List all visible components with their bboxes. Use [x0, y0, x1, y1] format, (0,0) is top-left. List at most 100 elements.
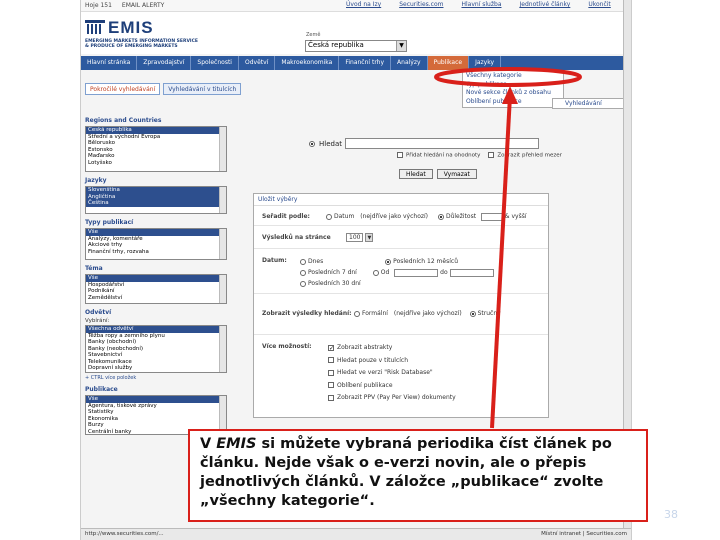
date-row: Datum: Dnes Posledních 12 měsíců Posledn… — [254, 250, 548, 294]
search-label: Hledat — [319, 140, 342, 148]
top-link[interactable]: Ukončit — [588, 1, 610, 8]
per-page-select[interactable]: 100 ▼ — [346, 233, 374, 242]
nav-item[interactable]: Analýzy — [391, 56, 428, 70]
option-label: Posledních 30 dní — [308, 280, 361, 287]
panel-title: Uložit výběry — [254, 194, 548, 206]
tab-advanced-search[interactable]: Pokročilé vyhledávání — [85, 83, 161, 95]
regions-title: Regions and Countries — [85, 117, 162, 124]
radio[interactable] — [354, 310, 360, 317]
option-label: Datum — [334, 213, 355, 220]
nav-item[interactable]: Makroekonomika — [275, 56, 340, 70]
scrollbar[interactable] — [219, 127, 226, 171]
radio[interactable] — [300, 258, 306, 265]
search-option-label: Zobrazit přehled mezer — [497, 152, 562, 159]
search-option[interactable]: Přidat hledání na ohodnoty — [397, 152, 480, 159]
pubtypes-listbox[interactable]: Vše Analýzy, komentáře Akciové trhy Fina… — [85, 228, 227, 260]
dropdown-item[interactable]: Nové sekce článků z obsahu — [466, 89, 560, 98]
nav-item[interactable]: Hlavní stránka — [81, 56, 138, 70]
top-link[interactable]: Úvod na Izy — [346, 1, 381, 8]
checkbox[interactable] — [488, 152, 495, 158]
list-item[interactable]: Dopravní služby — [86, 365, 226, 372]
option-label: Stručný — [477, 310, 501, 317]
more-options: Zobrazit abstrakty Hledat pouze v titulc… — [328, 342, 456, 405]
date-from-input[interactable] — [394, 268, 439, 277]
nav-item[interactable]: Zpravodajství — [137, 56, 192, 70]
sort-row: Seřadit podle: Datum (nejdříve jako vých… — [254, 208, 548, 226]
dropdown-item-all-categories[interactable]: Všechny kategorie — [466, 72, 560, 81]
option-label: Hledat ve verzi "Risk Database" — [337, 369, 433, 376]
nav-item[interactable]: Jazyky — [469, 56, 502, 70]
per-page-label: Výsledků na stránce — [262, 234, 331, 241]
more-options-row: Více možností: Zobrazit abstrakty Hledat… — [254, 336, 548, 418]
top-link[interactable]: Securities.com — [399, 1, 443, 8]
nav-item[interactable]: Finanční trhy — [339, 56, 392, 70]
search-input[interactable] — [345, 138, 539, 149]
top-link[interactable]: Jednotlivé články — [520, 1, 571, 8]
option-label: Formální — [362, 310, 388, 317]
relevance-input[interactable] — [480, 212, 503, 221]
radio[interactable] — [300, 269, 306, 276]
option-label: Od — [380, 269, 390, 276]
industry-listbox[interactable]: Všechna odvětví Těžba ropy a zemního ply… — [85, 325, 227, 373]
option-suffix: & vyšší — [504, 213, 527, 220]
nav-item[interactable]: Společnosti — [191, 56, 239, 70]
chevron-down-icon: ▼ — [396, 41, 406, 51]
radio[interactable] — [469, 310, 476, 317]
radio[interactable] — [300, 280, 306, 287]
checkbox[interactable] — [328, 382, 334, 388]
country-select[interactable]: Česká republika ▼ — [305, 40, 407, 52]
topics-listbox[interactable]: Vše Hospodářství Podnikání Zemědělství — [85, 274, 227, 304]
status-zone: Místní intranet | Securities.com — [541, 531, 627, 537]
radio[interactable] — [437, 213, 444, 220]
checkbox[interactable] — [328, 394, 334, 401]
checkbox[interactable] — [328, 343, 334, 355]
sort-options: Datum (nejdříve jako výchozí) Důležitost… — [326, 212, 527, 221]
checkbox[interactable] — [328, 357, 334, 363]
search-options: Přidat hledání na ohodnoty Zobrazit přeh… — [397, 152, 562, 159]
nav-item-publikace[interactable]: Publikace — [427, 56, 470, 70]
checkbox[interactable] — [397, 152, 403, 158]
dropdown-item[interactable]: Typ publikace — [466, 81, 560, 90]
search-option[interactable]: Zobrazit přehled mezer — [488, 152, 562, 159]
industry-label: Vybírání: — [85, 318, 110, 324]
search-button[interactable]: Hledat — [399, 169, 433, 179]
scrollbar[interactable] — [219, 326, 226, 372]
scrollbar[interactable] — [219, 187, 226, 213]
dropdown-item[interactable]: Oblíbení publikace — [466, 98, 560, 107]
logo-subtitle: EMERGING MARKETS INFORMATION SERVICE & P… — [85, 39, 198, 49]
list-item[interactable]: Lotyšsko — [86, 160, 226, 167]
radio[interactable] — [385, 258, 392, 265]
slide: Hoje 151 EMAIL ALERTY Úvod na Izy Securi… — [0, 0, 720, 540]
option-label: Hledat pouze v titulcích — [337, 356, 409, 364]
scrollbar[interactable] — [219, 275, 226, 303]
top-link[interactable]: Hlavní služba — [461, 1, 501, 8]
radio[interactable] — [372, 269, 379, 276]
explanation-callout: V EMIS si můžete vybraná periodika číst … — [188, 429, 648, 522]
regions-listbox[interactable]: Česká republika Střední a východní Evrop… — [85, 126, 227, 172]
list-item[interactable]: Zemědělství — [86, 295, 226, 302]
more-options-label: Více možností: — [262, 343, 312, 350]
list-item[interactable]: Čeština — [86, 200, 226, 207]
ctrl-note: + CTRL více položek — [85, 375, 137, 381]
search-option-label: Přidat hledání na ohodnoty — [406, 152, 481, 159]
radio[interactable] — [326, 213, 332, 220]
scrollbar[interactable] — [219, 229, 226, 259]
clear-button[interactable]: Vymazat — [436, 169, 477, 179]
nav-item[interactable]: Odvětví — [239, 56, 276, 70]
tab-title-search[interactable]: Vyhledávání v titulcích — [163, 83, 242, 95]
list-item[interactable]: Finanční trhy, rozvaha — [86, 249, 226, 256]
callout-prefix: V — [200, 436, 217, 452]
languages-listbox[interactable]: Slovenština Angličtina Čeština — [85, 186, 227, 214]
date-to-input[interactable] — [449, 268, 494, 277]
search-buttons: Hledat Vymazat — [399, 169, 477, 179]
checkbox[interactable] — [328, 369, 334, 376]
publications-dropdown: Všechny kategorie Typ publikace Nové sek… — [462, 70, 564, 108]
emis-logo[interactable]: EMIS — [85, 18, 154, 38]
search-link[interactable]: Vyhledávání — [552, 98, 630, 109]
callout-emis: EMIS — [216, 436, 257, 452]
email-alerts-link[interactable]: EMAIL ALERTY — [122, 2, 164, 9]
search-radio[interactable] — [309, 141, 315, 147]
logo-text: EMIS — [108, 18, 154, 37]
sort-label: Seřadit podle: — [262, 213, 310, 220]
home-link[interactable]: Hoje 151 — [85, 2, 112, 9]
